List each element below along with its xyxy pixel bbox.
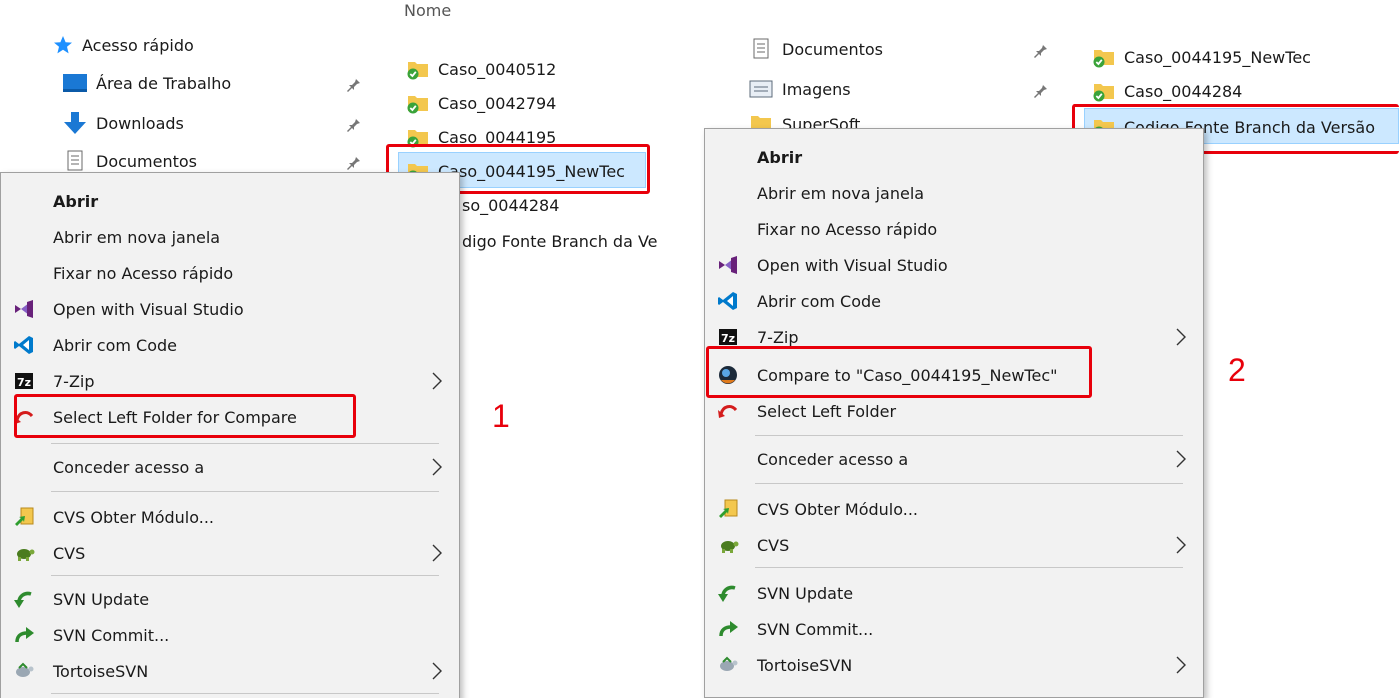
file-item[interactable]: Caso_0044195_NewTec xyxy=(1090,42,1311,72)
column-header-name[interactable]: Nome xyxy=(404,4,451,24)
nav-item-imagens[interactable]: Imagens xyxy=(748,74,851,104)
svg-text:7z: 7z xyxy=(17,376,31,389)
chevron-right-icon xyxy=(432,662,442,680)
menu-item-conceder-acesso[interactable]: Conceder acesso a xyxy=(1,449,459,485)
pin-icon[interactable] xyxy=(345,116,361,132)
menu-item-svn-commit[interactable]: SVN Commit... xyxy=(705,611,1203,647)
menu-item-fixar-acesso-rapido[interactable]: Fixar no Acesso rápido xyxy=(1,255,459,291)
menu-separator xyxy=(51,443,439,444)
step-number-2: 2 xyxy=(1228,352,1246,388)
images-icon xyxy=(749,80,773,98)
chevron-right-icon xyxy=(1176,656,1186,674)
documents-icon xyxy=(67,150,83,171)
menu-item-svn-update[interactable]: SVN Update xyxy=(1,581,459,617)
documents-icon xyxy=(753,38,769,59)
chevron-right-icon xyxy=(432,372,442,390)
menu-item-cvs[interactable]: CVS xyxy=(1,535,459,571)
menu-separator xyxy=(51,491,439,492)
chevron-right-icon xyxy=(432,544,442,562)
menu-separator xyxy=(755,567,1183,568)
nav-label: Acesso rápido xyxy=(82,35,194,55)
folder-checked-icon xyxy=(1093,84,1114,102)
menu-item-tortoisesvn[interactable]: TortoiseSVN xyxy=(1,653,459,689)
file-item[interactable]: digo Fonte Branch da Ve xyxy=(462,226,658,256)
context-menu-right: Abrir Abrir em nova janela Fixar no Aces… xyxy=(704,128,1204,698)
vscode-icon xyxy=(718,292,737,310)
pin-icon[interactable] xyxy=(1032,82,1048,98)
menu-item-conceder-acesso[interactable]: Conceder acesso a xyxy=(705,441,1203,477)
menu-separator xyxy=(755,483,1183,484)
file-item[interactable]: Caso_0042794 xyxy=(404,88,556,118)
download-arrow-icon xyxy=(64,112,86,134)
file-item[interactable]: Caso_0040512 xyxy=(404,54,556,84)
chevron-right-icon xyxy=(1176,328,1186,346)
menu-item-svn-update[interactable]: SVN Update xyxy=(705,575,1203,611)
svn-commit-icon xyxy=(15,627,34,643)
file-item[interactable]: so_0044284 xyxy=(462,190,559,220)
pin-icon[interactable] xyxy=(345,76,361,92)
menu-item-open-visual-studio[interactable]: Open with Visual Studio xyxy=(705,247,1203,283)
visual-studio-icon xyxy=(15,300,33,318)
vscode-icon xyxy=(14,336,33,354)
turtle-icon xyxy=(17,549,35,561)
svg-text:7z: 7z xyxy=(721,332,735,345)
nav-item-documentos[interactable]: Documentos xyxy=(748,34,883,64)
chevron-right-icon xyxy=(432,458,442,476)
svn-update-icon xyxy=(14,591,32,608)
menu-item-open-visual-studio[interactable]: Open with Visual Studio xyxy=(1,291,459,327)
step-number-1: 1 xyxy=(492,398,510,434)
file-item[interactable]: Caso_0044284 xyxy=(1090,76,1242,106)
nav-item-downloads[interactable]: Downloads xyxy=(62,108,184,138)
tortoisesvn-icon xyxy=(16,662,34,677)
menu-item-cvs-obter-modulo[interactable]: CVS Obter Módulo... xyxy=(1,499,459,535)
folder-checked-icon xyxy=(1093,50,1114,68)
menu-item-cvs-obter-modulo[interactable]: CVS Obter Módulo... xyxy=(705,491,1203,527)
chevron-right-icon xyxy=(1176,536,1186,554)
menu-item-abrir[interactable]: Abrir xyxy=(705,139,1203,175)
star-icon xyxy=(54,36,72,54)
highlight-box-select-left-folder xyxy=(14,394,356,438)
chevron-right-icon xyxy=(1176,450,1186,468)
pin-icon[interactable] xyxy=(1032,42,1048,58)
menu-item-abrir-nova-janela[interactable]: Abrir em nova janela xyxy=(705,175,1203,211)
menu-separator xyxy=(51,693,439,694)
menu-separator xyxy=(51,575,439,576)
turtle-icon xyxy=(721,541,739,553)
svn-commit-icon xyxy=(719,621,738,637)
cvs-checkout-icon xyxy=(719,499,738,518)
menu-item-svn-commit[interactable]: SVN Commit... xyxy=(1,617,459,653)
7zip-icon: 7z xyxy=(15,373,33,389)
menu-item-cvs[interactable]: CVS xyxy=(705,527,1203,563)
undo-arrow-icon xyxy=(718,405,738,418)
7zip-icon: 7z xyxy=(719,329,737,345)
menu-item-tortoisesvn[interactable]: TortoiseSVN xyxy=(705,647,1203,683)
nav-item-area-de-trabalho[interactable]: Área de Trabalho xyxy=(62,68,231,98)
folder-checked-icon xyxy=(407,96,428,114)
menu-item-abrir-nova-janela[interactable]: Abrir em nova janela xyxy=(1,219,459,255)
menu-item-fixar-acesso-rapido[interactable]: Fixar no Acesso rápido xyxy=(705,211,1203,247)
pin-icon[interactable] xyxy=(345,154,361,170)
folder-checked-icon xyxy=(407,62,428,80)
menu-item-abrir-com-code[interactable]: Abrir com Code xyxy=(705,283,1203,319)
menu-separator xyxy=(755,435,1183,436)
nav-label: Área de Trabalho xyxy=(96,73,232,93)
nav-label: Downloads xyxy=(96,113,184,133)
desktop-icon xyxy=(63,74,87,92)
svn-update-icon xyxy=(718,585,736,602)
menu-item-abrir-com-code[interactable]: Abrir com Code xyxy=(1,327,459,363)
visual-studio-icon xyxy=(719,256,737,274)
highlight-box-compare-to xyxy=(706,346,1092,398)
menu-item-select-left-folder[interactable]: Select Left Folder xyxy=(705,393,1203,429)
tortoisesvn-icon xyxy=(720,656,738,671)
nav-item-acesso-rapido[interactable]: Acesso rápido xyxy=(52,30,194,60)
nav-label: Documentos xyxy=(96,151,198,171)
cvs-checkout-icon xyxy=(15,507,34,526)
menu-item-abrir[interactable]: Abrir xyxy=(1,183,459,219)
